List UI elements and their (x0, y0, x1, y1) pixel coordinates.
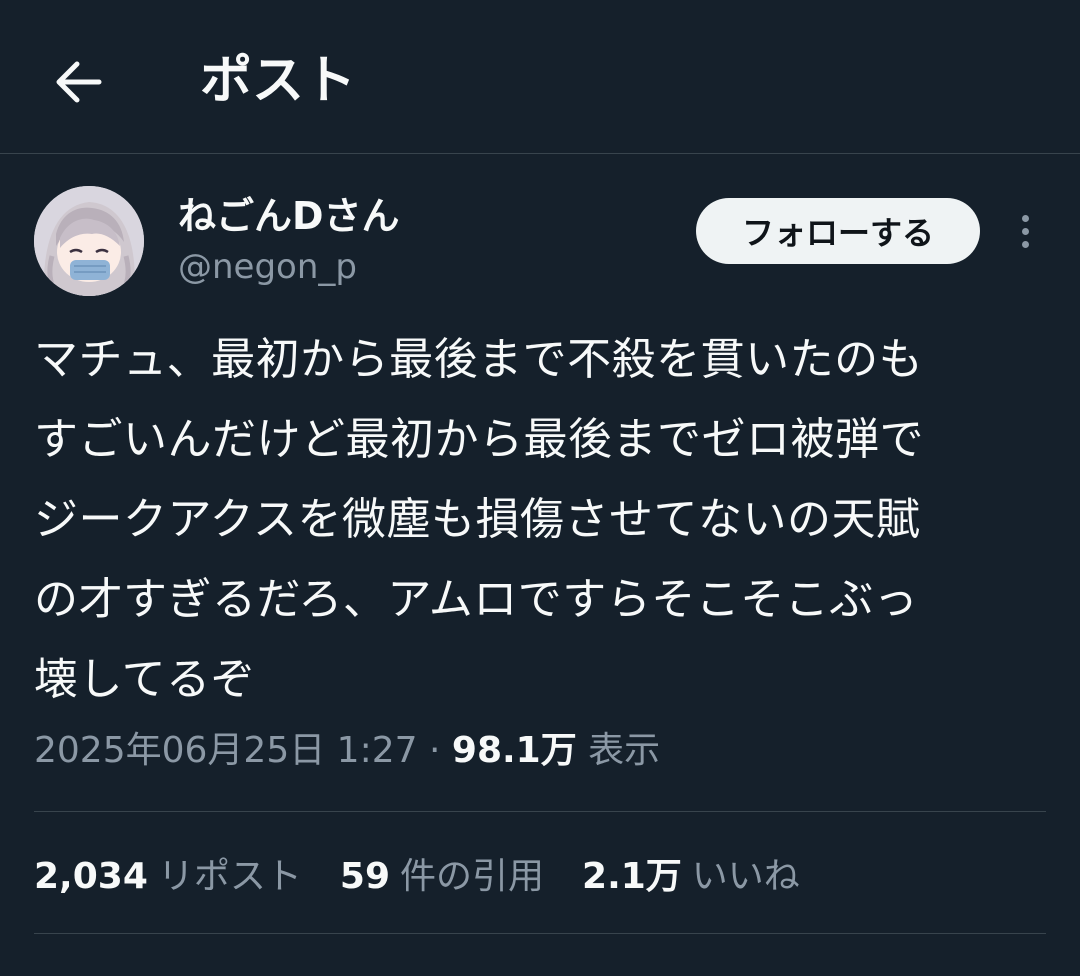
post-text-line: 壊してるぞ (34, 654, 256, 705)
author-display-name[interactable]: ねごんDさん (178, 192, 400, 240)
more-vertical-icon-dot (1021, 240, 1029, 248)
back-button[interactable] (40, 44, 116, 120)
reposts-stat[interactable]: 2,034 リポスト (34, 850, 302, 904)
reposts-count: 2,034 (34, 856, 148, 897)
top-app-bar: ポスト (0, 0, 1080, 154)
views-count: 98.1万 (451, 730, 577, 771)
reposts-label: リポスト (157, 856, 302, 897)
post-text-line: マチュ、最初から最後まで不殺を貫いたのも (34, 334, 924, 385)
post-timestamp[interactable]: 2025年06月25日 1:27 (34, 730, 418, 771)
divider (34, 933, 1046, 934)
author-handle[interactable]: @negon_p (178, 244, 357, 290)
engagement-stats: 2,034 リポスト 59 件の引用 2.1万 いいね (34, 850, 838, 904)
post-text-line: ジークアクスを微塵も損傷させてないの天賦 (34, 494, 921, 545)
likes-stat[interactable]: 2.1万 いいね (582, 850, 800, 904)
meta-separator: · (428, 730, 441, 771)
post-meta: 2025年06月25日 1:27 · 98.1万 表示 (34, 724, 660, 778)
post-text-line: すごいんだけど最初から最後までゼロ被弾で (34, 414, 924, 465)
post-text-line: の才すぎるだろ、アムロですらそこそこぶっ (34, 574, 919, 625)
more-vertical-icon-dot (1021, 227, 1029, 235)
anime-girl-avatar (34, 186, 144, 296)
avatar[interactable] (34, 186, 144, 296)
likes-label: いいね (691, 856, 800, 897)
quotes-count: 59 (339, 856, 390, 897)
page-title: ポスト (200, 51, 357, 111)
follow-button[interactable]: フォローする (696, 198, 980, 264)
divider (34, 811, 1046, 812)
likes-count: 2.1万 (582, 856, 682, 897)
more-vertical-icon (1021, 214, 1029, 222)
views-label: 表示 (588, 730, 661, 771)
arrow-left-icon (56, 61, 102, 103)
post-text: マチュ、最初から最後まで不殺を貫いたのも すごいんだけど最初から最後までゼロ被弾… (34, 320, 1044, 720)
quotes-label: 件の引用 (400, 856, 545, 897)
quotes-stat[interactable]: 59 件の引用 (340, 850, 544, 904)
more-options-button[interactable] (1006, 208, 1044, 254)
